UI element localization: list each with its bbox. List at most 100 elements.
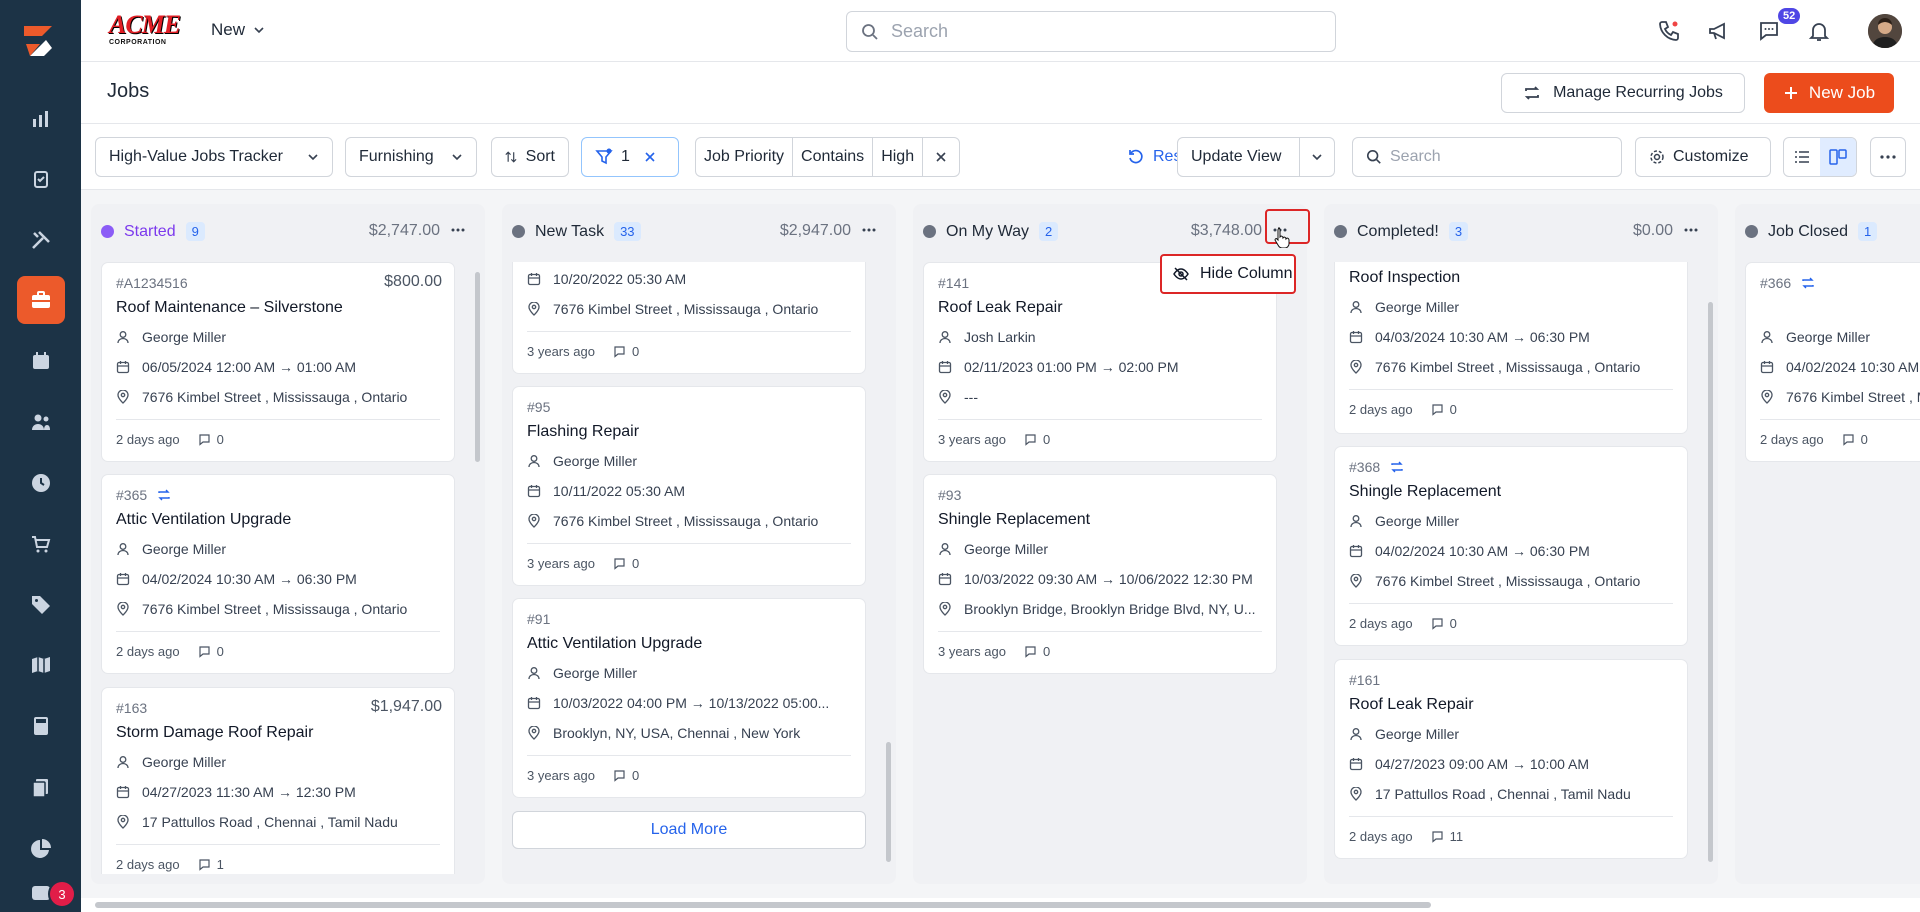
load-more-button[interactable]: Load More — [512, 811, 866, 849]
location-pin-icon — [1761, 390, 1773, 404]
user-icon — [939, 331, 951, 344]
board-horizontal-scrollbar[interactable] — [81, 898, 1920, 912]
comments[interactable]: 0 — [1431, 616, 1457, 631]
customize-button[interactable]: Customize — [1635, 137, 1771, 177]
job-card[interactable]: #A1234516 $800.00 Roof Maintenance – Sil… — [101, 262, 455, 462]
board-view-button[interactable] — [1820, 138, 1856, 176]
job-number-text: #91 — [527, 611, 551, 627]
comments[interactable]: 0 — [1431, 402, 1457, 417]
sidebar-item-reports[interactable] — [17, 95, 65, 143]
remove-filter-button[interactable] — [923, 138, 959, 176]
column-more-button[interactable] — [858, 219, 880, 241]
address-text: 7676 Kimbel Street , Mississauga , Ontar… — [142, 601, 408, 617]
column-scrollbar[interactable] — [884, 262, 892, 872]
job-address: 7676 Kimbel Street , Mississauga , Ontar… — [116, 389, 407, 405]
phone-button[interactable] — [1654, 16, 1684, 46]
job-card[interactable]: 10/20/2022 05:30 AM 7676 Kimbel Street ,… — [512, 262, 866, 374]
sidebar-item-jobs[interactable] — [17, 276, 65, 324]
notifications-button[interactable] — [1804, 16, 1834, 46]
view-selector[interactable]: High-Value Jobs Tracker — [95, 137, 333, 177]
user-icon — [1350, 301, 1362, 314]
job-schedule: 04/03/2024 10:30 AM → 06:30 PM — [1349, 329, 1590, 345]
board-search-input[interactable]: Search — [1352, 137, 1622, 177]
new-job-button[interactable]: New Job — [1764, 73, 1894, 113]
job-card[interactable]: Roof Inspection George Miller 04/03/2024… — [1334, 262, 1688, 434]
column-scrollbar[interactable] — [473, 262, 481, 872]
column-title: Started — [124, 222, 176, 240]
schedule-text: 04/27/2023 09:00 AM → 10:00 AM — [1375, 756, 1590, 772]
comments[interactable]: 0 — [198, 644, 224, 659]
job-card[interactable]: #91 Attic Ventilation Upgrade George Mil… — [512, 598, 866, 798]
comments[interactable]: 0 — [613, 344, 639, 359]
card-footer: 3 years ago 0 — [938, 419, 1262, 447]
comments[interactable]: 11 — [1431, 829, 1463, 844]
scrollbar-thumb[interactable] — [1708, 302, 1713, 862]
manage-recurring-jobs-button[interactable]: Manage Recurring Jobs — [1501, 73, 1745, 113]
job-card[interactable]: #368 Shingle Replacement George Miller 0… — [1334, 446, 1688, 646]
created-ago: 2 days ago — [1349, 616, 1413, 631]
tag-icon — [32, 596, 50, 614]
job-card[interactable]: #93 Shingle Replacement George Miller 10… — [923, 474, 1277, 674]
assignee-name: George Miller — [1375, 513, 1460, 529]
sidebar-item-calendar[interactable] — [17, 337, 65, 385]
scrollbar-thumb[interactable] — [475, 272, 480, 462]
new-menu-button[interactable]: New — [211, 20, 265, 40]
filter-button[interactable]: 1 — [581, 137, 679, 177]
job-address: Brooklyn Bridge, Brooklyn Bridge Blvd, N… — [938, 601, 1256, 617]
column-more-button[interactable] — [1680, 219, 1702, 241]
column-body: Roof Inspection George Miller 04/03/2024… — [1334, 262, 1694, 874]
card-footer: 2 days ago 0 — [1349, 603, 1673, 631]
comments[interactable]: 0 — [1024, 432, 1050, 447]
column-more-button[interactable] — [447, 219, 469, 241]
reset-icon — [1129, 149, 1143, 164]
scrollbar-thumb[interactable] — [886, 742, 891, 862]
more-options-button[interactable] — [1870, 137, 1906, 177]
job-card[interactable]: #163 $1,947.00 Storm Damage Roof Repair … — [101, 687, 455, 874]
comments[interactable]: 0 — [613, 768, 639, 783]
job-card[interactable]: #366 George Miller 04/02/2024 10:30 AM →… — [1745, 262, 1920, 462]
job-number-text: #A1234516 — [116, 275, 188, 291]
job-card[interactable]: #161 Roof Leak Repair George Miller 04/2… — [1334, 659, 1688, 859]
view-toggle — [1783, 137, 1857, 177]
job-number-text: #141 — [938, 275, 970, 291]
comments[interactable]: 0 — [198, 432, 224, 447]
comments[interactable]: 0 — [1842, 432, 1868, 447]
app-logo-icon[interactable] — [16, 18, 64, 66]
sidebar-item-tasks[interactable] — [17, 155, 65, 203]
update-view-button[interactable]: Update View — [1177, 137, 1300, 177]
created-ago: 3 years ago — [938, 432, 1006, 447]
avatar[interactable] — [1868, 14, 1902, 48]
update-view-label: Update View — [1191, 148, 1282, 165]
global-search-input[interactable]: Search — [846, 11, 1336, 52]
column-amount: $0.00 — [1632, 222, 1673, 239]
clear-filter-icon[interactable] — [644, 151, 656, 163]
company-logo[interactable]: ACME CORPORATION — [109, 12, 189, 48]
comments[interactable]: 0 — [1024, 644, 1050, 659]
job-card[interactable]: #95 Flashing Repair George Miller 10/11/… — [512, 386, 866, 586]
announcements-button[interactable] — [1704, 16, 1734, 46]
sidebar-item-shop[interactable] — [17, 520, 65, 568]
sidebar-item-time[interactable] — [17, 459, 65, 507]
location-pin-icon — [528, 514, 540, 528]
filter-field: Job Priority — [696, 138, 794, 176]
job-title: Shingle Replacement — [1349, 483, 1502, 500]
sidebar-item-documents[interactable] — [17, 764, 65, 812]
sidebar-item-map[interactable] — [17, 641, 65, 689]
job-card[interactable]: #365 Attic Ventilation Upgrade George Mi… — [101, 474, 455, 674]
hide-column-menu-item[interactable]: Hide Column — [1160, 254, 1296, 294]
sidebar-item-tools[interactable] — [17, 216, 65, 264]
filter-chip[interactable]: Job Priority Contains High — [695, 137, 961, 177]
sidebar-item-estimates[interactable] — [17, 702, 65, 750]
comments[interactable]: 1 — [198, 857, 224, 872]
sort-button[interactable]: Sort — [491, 137, 569, 177]
update-view-dropdown[interactable] — [1299, 137, 1335, 177]
sidebar-item-pricing[interactable] — [17, 580, 65, 628]
comments[interactable]: 0 — [613, 556, 639, 571]
category-selector[interactable]: Furnishing — [345, 137, 477, 177]
sidebar-item-analytics[interactable] — [17, 825, 65, 873]
list-view-button[interactable] — [1784, 138, 1820, 176]
sidebar-item-team[interactable] — [17, 398, 65, 446]
column-scrollbar[interactable] — [1706, 262, 1714, 872]
scrollbar-thumb[interactable] — [95, 902, 1431, 908]
job-title: Roof Maintenance – Silverstone — [116, 299, 343, 316]
